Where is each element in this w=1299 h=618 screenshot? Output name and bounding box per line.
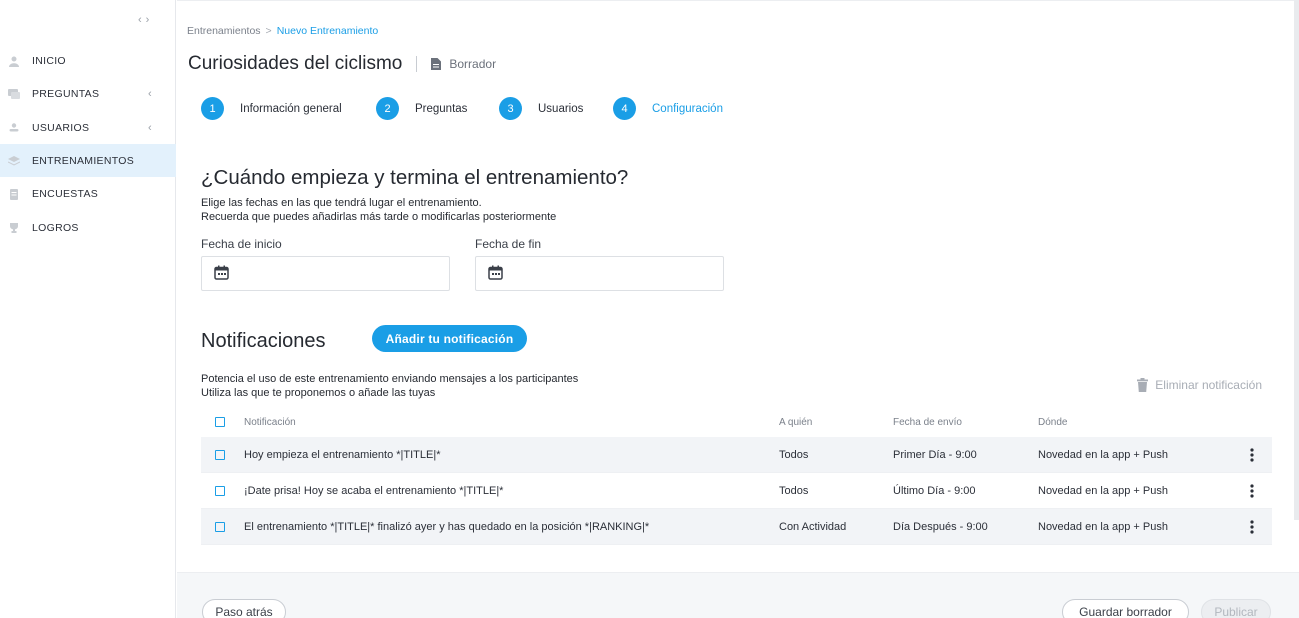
breadcrumb-separator: > (265, 25, 272, 37)
sidebar-item-encuestas[interactable]: ENCUESTAS (0, 177, 176, 210)
column-header-a-quien[interactable]: A quién (779, 417, 893, 428)
title-row: Curiosidades del ciclismo Borrador (188, 53, 496, 75)
table-row[interactable]: ¡Date prisa! Hoy se acaba el entrenamien… (201, 473, 1272, 509)
end-date-field[interactable] (475, 256, 724, 291)
collapse-sidebar-button[interactable]: ‹› (138, 14, 153, 26)
notification-recipient: Todos (779, 448, 809, 461)
sidebar-item-label: LOGROS (32, 221, 79, 234)
table-row[interactable]: El entrenamiento *|TITLE|* finalizó ayer… (201, 509, 1272, 545)
step-number: 1 (201, 97, 224, 120)
end-date-label: Fecha de fin (475, 237, 542, 251)
start-date-label: Fecha de inicio (201, 237, 282, 251)
chevron-left-icon: ‹ (148, 121, 152, 134)
status-label: Borrador (449, 57, 497, 71)
step-label: Información general (240, 102, 342, 115)
step-number: 2 (376, 97, 399, 120)
chevron-left-icon: ‹ (148, 87, 152, 100)
notifications-description-1: Potencia el uso de este entrenamiento en… (201, 373, 579, 385)
notification-text: Hoy empieza el entrenamiento *|TITLE|* (244, 448, 441, 461)
clipboard-icon (8, 188, 20, 200)
status-badge: Borrador (431, 57, 496, 71)
user-icon (8, 56, 20, 67)
notifications-heading: Notificaciones (201, 330, 326, 352)
trophy-icon (8, 222, 20, 233)
back-button[interactable]: Paso atrás (202, 599, 286, 618)
trash-icon (1137, 378, 1149, 392)
breadcrumb-parent[interactable]: Entrenamientos (187, 25, 261, 37)
more-options-icon[interactable] (1246, 519, 1258, 534)
notification-send-date: Primer Día - 9:00 (893, 448, 977, 461)
calendar-icon[interactable] (214, 265, 229, 285)
sidebar-item-label: PREGUNTAS (32, 87, 100, 100)
add-notification-button[interactable]: Añadir tu notificación (372, 325, 527, 352)
sidebar-item-label: USUARIOS (32, 121, 90, 134)
publish-button[interactable]: Publicar (1201, 599, 1271, 618)
sidebar-item-label: ENCUESTAS (32, 187, 99, 200)
start-date-field[interactable] (201, 256, 450, 291)
step-preguntas[interactable]: 2 Preguntas (376, 97, 467, 120)
delete-notification-label: Eliminar notificación (1155, 378, 1262, 392)
more-options-icon[interactable] (1246, 483, 1258, 498)
sidebar-item-label: ENTRENAMIENTOS (32, 154, 135, 167)
breadcrumb-current: Nuevo Entrenamiento (276, 25, 379, 37)
schedule-description-2: Recuerda que puedes añadirlas más tarde … (201, 211, 557, 223)
notifications-table: Notificación A quién Fecha de envío Dónd… (201, 407, 1272, 545)
delete-notification-button[interactable]: Eliminar notificación (1137, 378, 1262, 392)
step-label: Configuración (652, 102, 723, 115)
notification-text: El entrenamiento *|TITLE|* finalizó ayer… (244, 520, 650, 533)
step-number: 4 (613, 97, 636, 120)
schedule-description-1: Elige las fechas en las que tendrá lugar… (201, 197, 482, 209)
more-options-icon[interactable] (1246, 447, 1258, 462)
notification-text: ¡Date prisa! Hoy se acaba el entrenamien… (244, 484, 504, 497)
document-icon (431, 58, 442, 70)
notification-send-date: Último Día - 9:00 (893, 484, 976, 497)
notification-send-date: Día Después - 9:00 (893, 520, 988, 533)
table-header: Notificación A quién Fecha de envío Dónd… (201, 407, 1272, 437)
page-title: Curiosidades del ciclismo (188, 53, 403, 74)
person-icon (8, 122, 20, 133)
select-all-checkbox[interactable] (215, 417, 225, 427)
row-checkbox[interactable] (215, 449, 225, 460)
column-header-fecha-envio[interactable]: Fecha de envío (893, 417, 1038, 428)
schedule-heading: ¿Cuándo empieza y termina el entrenamien… (201, 166, 629, 189)
step-configuracion[interactable]: 4 Configuración (613, 97, 723, 120)
notification-channel: Novedad en la app + Push (1038, 520, 1168, 533)
top-border (177, 0, 1299, 3)
notification-recipient: Con Actividad (779, 520, 847, 533)
step-informacion-general[interactable]: 1 Información general (201, 97, 342, 120)
step-usuarios[interactable]: 3 Usuarios (499, 97, 583, 120)
sidebar-item-usuarios[interactable]: USUARIOS ‹ (0, 111, 176, 144)
sidebar-item-logros[interactable]: LOGROS (0, 211, 176, 244)
notifications-description-2: Utiliza las que te proponemos o añade la… (201, 387, 436, 399)
column-header-donde[interactable]: Dónde (1038, 417, 1228, 428)
notification-channel: Novedad en la app + Push (1038, 448, 1168, 461)
sidebar-item-label: INICIO (32, 54, 66, 67)
calendar-icon[interactable] (488, 265, 503, 285)
notification-channel: Novedad en la app + Push (1038, 484, 1168, 497)
sidebar-item-inicio[interactable]: INICIO (0, 44, 176, 77)
row-checkbox[interactable] (215, 521, 225, 532)
scrollbar[interactable] (1294, 0, 1299, 520)
sidebar: ‹› INICIO PREGUNTAS ‹ USUARIOS ‹ ENTRENA… (0, 0, 176, 618)
save-draft-button[interactable]: Guardar borrador (1062, 599, 1189, 618)
step-number: 3 (499, 97, 522, 120)
title-divider (416, 56, 418, 72)
column-header-notificacion[interactable]: Notificación (244, 417, 779, 428)
table-row[interactable]: Hoy empieza el entrenamiento *|TITLE|* T… (201, 437, 1272, 473)
main-content: Entrenamientos > Nuevo Entrenamiento Curio… (177, 0, 1299, 618)
step-label: Usuarios (538, 102, 584, 115)
layers-icon (8, 155, 20, 166)
sidebar-item-entrenamientos[interactable]: ENTRENAMIENTOS (0, 144, 176, 177)
step-label: Preguntas (415, 102, 468, 115)
chat-icon (8, 88, 20, 99)
notification-recipient: Todos (779, 484, 809, 497)
row-checkbox[interactable] (215, 485, 225, 496)
breadcrumb: Entrenamientos > Nuevo Entrenamiento (187, 25, 378, 37)
sidebar-item-preguntas[interactable]: PREGUNTAS ‹ (0, 77, 176, 110)
footer-bar: Paso atrás Guardar borrador Publicar (177, 572, 1299, 618)
